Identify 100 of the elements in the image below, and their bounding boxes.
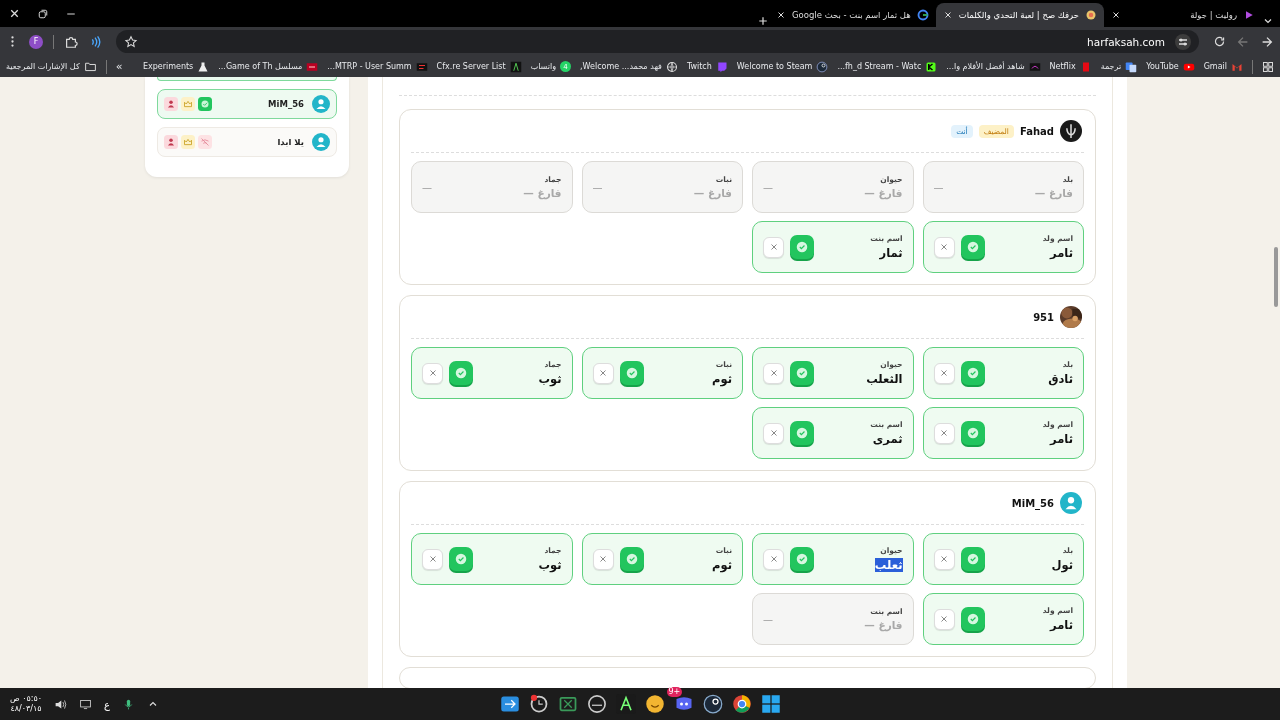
browser-tab[interactable]: روليت | جولة — [1104, 3, 1262, 27]
reload-icon[interactable] — [1213, 35, 1226, 48]
back-icon[interactable] — [1260, 34, 1274, 49]
empty-text: فارغ — — [864, 619, 903, 631]
chat-bubble-icon — [715, 60, 728, 73]
clock-icon[interactable] — [528, 694, 549, 714]
favicon-icon — [1243, 9, 1255, 21]
bookmark[interactable]: MTRP - User Summ... — [327, 60, 428, 73]
answer-text: ثامر — [1050, 618, 1073, 632]
restore-icon[interactable] — [37, 7, 49, 20]
empty-dash: — — [422, 181, 432, 193]
close-icon[interactable] — [942, 10, 953, 20]
scrollbar[interactable] — [1274, 247, 1278, 307]
avatar-icon — [312, 95, 330, 113]
accept-button[interactable] — [619, 361, 644, 385]
answer-text: الثعلب — [866, 372, 903, 386]
empty-dash: — — [592, 181, 603, 193]
smiley-icon[interactable] — [644, 694, 665, 714]
logo-icon — [925, 60, 938, 73]
address-bar[interactable]: harfaksah.com — [116, 30, 1199, 53]
answer-text: ثوب — [538, 372, 562, 386]
bookmark[interactable]: Welcome to Steam — [736, 60, 829, 73]
check-circle-icon — [795, 240, 809, 254]
accept-button[interactable] — [960, 235, 985, 259]
check-circle-icon — [965, 366, 980, 380]
bookmark[interactable]: fh_d Stream - Watc... — [837, 60, 938, 73]
check-circle-icon — [624, 552, 639, 566]
accept-button[interactable] — [619, 547, 644, 571]
accept-button[interactable] — [449, 361, 473, 385]
bookmark[interactable]: YouTube — [1146, 60, 1195, 73]
check-circle-icon — [965, 552, 980, 566]
accept-button[interactable] — [790, 361, 814, 385]
logo-icon — [509, 60, 522, 73]
empty-dash: — — [763, 181, 773, 193]
bookmark[interactable]: ترجمة — [1100, 60, 1138, 73]
player-name: 951 — [1033, 311, 1054, 323]
avatar-icon — [1060, 492, 1082, 514]
clock[interactable]: ٠٥:٥٠ ص ٤٨/٠٣/١٥ — [10, 694, 43, 714]
bookmark[interactable]: Netflix — [1049, 60, 1092, 73]
flask-icon — [197, 60, 210, 73]
new-tab-icon[interactable] — [756, 15, 769, 27]
bookmark[interactable]: Gmail — [1203, 60, 1243, 73]
remove-player-icon[interactable] — [164, 135, 178, 149]
answer-text: ثعلب — [874, 558, 903, 572]
bookmark[interactable]: مسلسل Game of Th... — [218, 60, 319, 73]
bookmark[interactable]: Twitch — [686, 60, 728, 73]
accept-button[interactable] — [449, 547, 473, 571]
emblem-avatar-icon — [1060, 120, 1082, 142]
accept-button[interactable] — [960, 547, 985, 571]
browser-icon[interactable] — [731, 694, 752, 714]
apps-grid-icon[interactable] — [1262, 60, 1274, 73]
accept-button[interactable] — [790, 235, 814, 259]
accept-button[interactable] — [960, 361, 985, 385]
empty-dash: — — [933, 181, 944, 193]
remove-player-icon[interactable] — [164, 97, 178, 111]
close-icon[interactable] — [8, 7, 21, 20]
close-icon — [939, 242, 949, 252]
spreadsheet-icon[interactable] — [557, 694, 578, 714]
extensions-icon[interactable] — [64, 34, 78, 49]
close-icon — [939, 428, 949, 438]
close-icon — [598, 554, 608, 564]
bookmark[interactable]: Cfx.re Server List — [436, 60, 522, 73]
accept-button[interactable] — [960, 421, 985, 445]
monitor-icon[interactable] — [79, 697, 93, 711]
notification-badge: 9+ — [666, 687, 683, 697]
bookmark[interactable]: Experiments — [142, 60, 210, 73]
answer-text: ثوب — [538, 558, 562, 572]
empty-text: فارغ — — [693, 187, 732, 199]
empty-text: فارغ — — [1034, 187, 1073, 199]
star-icon[interactable] — [124, 34, 138, 49]
favicon-icon — [1085, 9, 1097, 21]
browser-tab[interactable]: حرفك صح | لعبة التحدي والكلمات — [935, 3, 1104, 27]
bookmark[interactable]: فهد محمد... Welcome, — [580, 60, 678, 73]
browser-tab[interactable]: هل ثمار اسم بنت - بحث Google — [768, 3, 936, 27]
profile-avatar[interactable]: F — [29, 34, 43, 49]
input-language[interactable]: ع — [104, 698, 111, 710]
answer-text: ثادق — [1048, 372, 1073, 386]
check-circle-icon — [965, 240, 980, 254]
check-circle-icon — [454, 366, 468, 380]
site-settings-icon[interactable] — [1175, 33, 1191, 50]
app-icon[interactable] — [499, 694, 520, 714]
bookmark[interactable]: شاهد أفضل الأفلام وا... — [946, 60, 1041, 73]
forward-icon[interactable] — [1236, 34, 1250, 49]
more-bookmarks[interactable]: » — [115, 60, 123, 73]
close-icon — [939, 368, 949, 378]
accept-button[interactable] — [960, 607, 985, 631]
player-row: يلا ابدا — [157, 127, 337, 157]
accept-button[interactable] — [790, 547, 814, 571]
speaker-icon[interactable] — [54, 697, 68, 711]
close-icon — [939, 614, 949, 624]
check-circle-icon — [965, 426, 980, 440]
answer-text: ثمرى — [872, 432, 903, 446]
avatar-icon — [312, 133, 330, 151]
close-icon[interactable] — [775, 10, 786, 20]
close-icon — [939, 554, 949, 564]
accept-button[interactable] — [790, 421, 814, 445]
bookmark-folder[interactable]: كل الإشارات المرجعية — [6, 60, 97, 73]
close-icon[interactable] — [1111, 10, 1121, 20]
check-circle-icon — [454, 552, 468, 566]
windows-icon[interactable] — [760, 694, 781, 714]
